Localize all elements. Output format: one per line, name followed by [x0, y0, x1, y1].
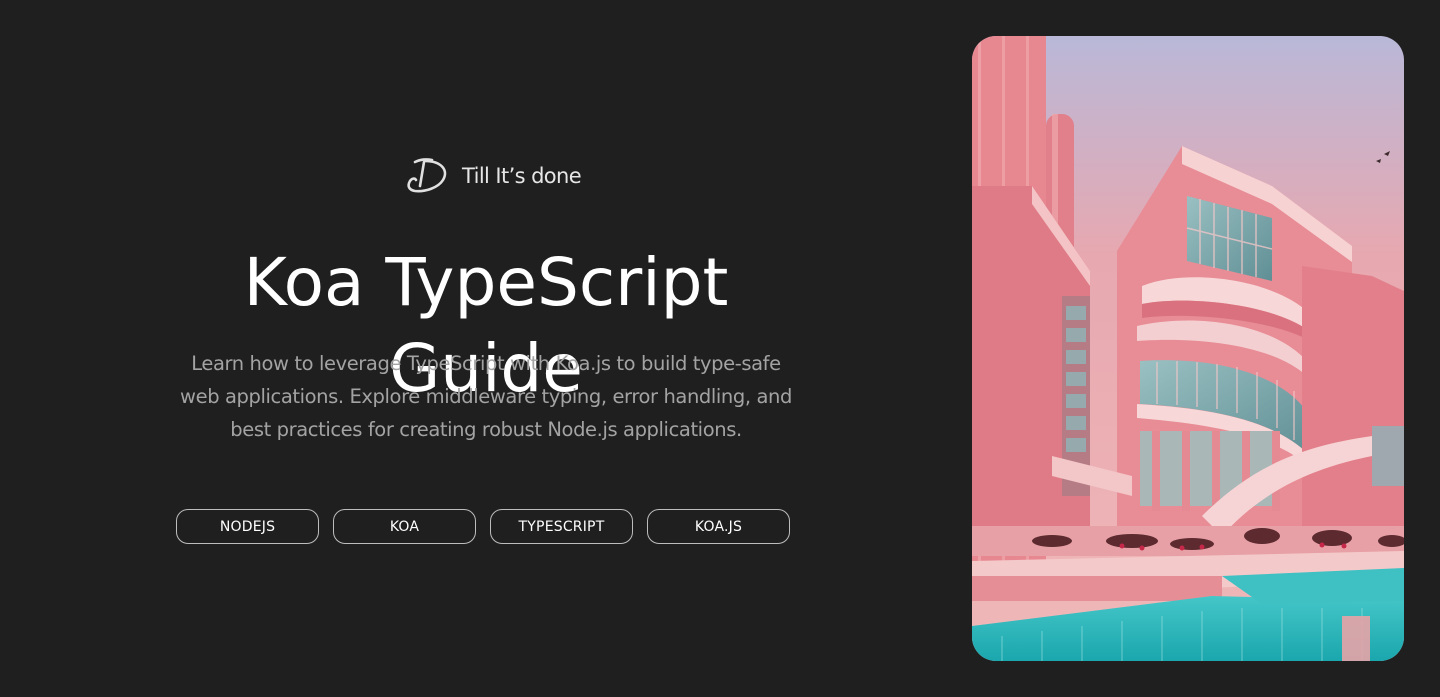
tag-typescript[interactable]: TYPESCRIPT: [490, 509, 633, 544]
page-description: Learn how to leverage TypeScript with Ko…: [180, 352, 792, 441]
tag-koa[interactable]: KOA: [333, 509, 476, 544]
brand-name: Till It’s done: [462, 164, 582, 188]
brand-logo[interactable]: Till It’s done: [405, 156, 582, 196]
tag-koa-js[interactable]: KOA.JS: [647, 509, 790, 544]
hero-image: [972, 36, 1404, 661]
tag-nodejs[interactable]: NODEJS: [176, 509, 319, 544]
d-monogram-icon: [407, 158, 447, 193]
pink-building-illustration: [972, 36, 1404, 661]
hero-content: Till It’s done Koa TypeScript Guide Lear…: [0, 0, 972, 697]
tag-list: NODEJS KOA TYPESCRIPT KOA.JS: [176, 509, 790, 544]
